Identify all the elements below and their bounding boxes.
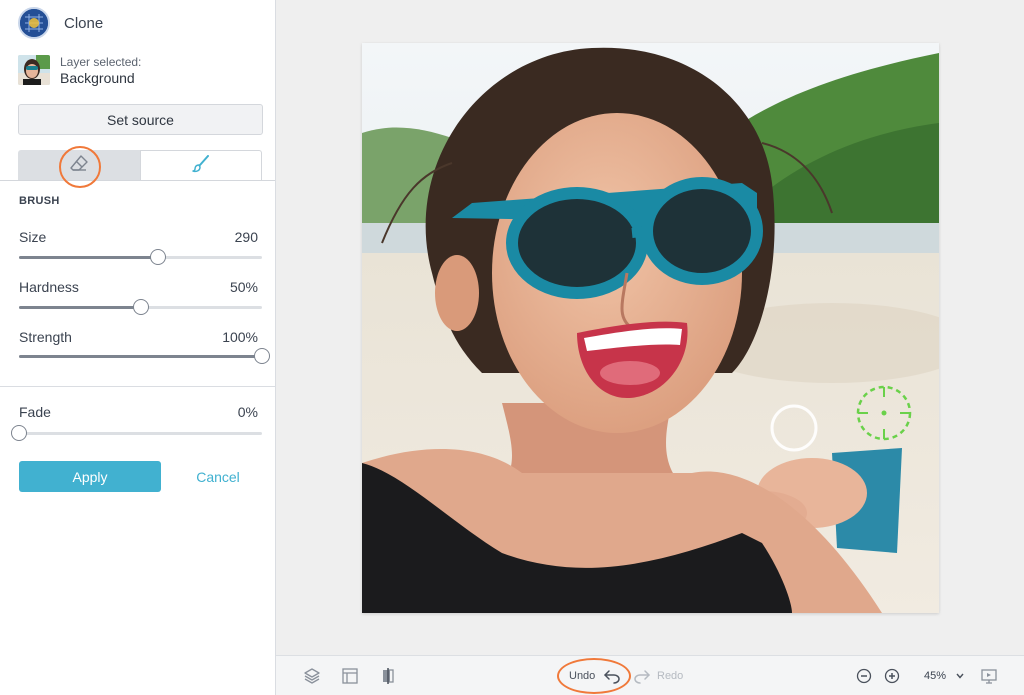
hardness-slider-handle[interactable] [132, 299, 149, 315]
cancel-button[interactable]: Cancel [178, 461, 258, 492]
tool-sidebar: Clone Layer selected: Background Set sou… [0, 0, 276, 695]
strength-slider[interactable] [19, 348, 270, 364]
size-slider-handle[interactable] [149, 249, 166, 265]
hardness-slider-fill [19, 306, 141, 309]
layer-info: Layer selected: Background [18, 54, 141, 86]
layers-icon[interactable] [302, 666, 322, 686]
redo-button[interactable]: Redo [657, 670, 683, 682]
strength-label: Strength [19, 329, 72, 345]
zoom-in-icon[interactable] [882, 666, 902, 686]
tab-divider [0, 180, 275, 181]
brush-section-title: BRUSH [19, 195, 60, 207]
hardness-label: Hardness [19, 279, 79, 295]
section-divider [0, 386, 275, 387]
selfie-photo [362, 43, 939, 613]
compare-icon[interactable] [378, 666, 398, 686]
chevron-down-icon[interactable] [950, 666, 970, 686]
size-label: Size [19, 229, 47, 245]
brush-icon [192, 154, 210, 178]
layer-name: Background [60, 70, 135, 86]
size-slider-fill [19, 256, 158, 259]
crop-icon[interactable] [340, 666, 360, 686]
photo-canvas[interactable] [362, 43, 939, 613]
redo-icon[interactable] [632, 666, 652, 686]
present-icon[interactable] [979, 666, 999, 686]
zoom-level[interactable]: 45% [924, 670, 946, 682]
strength-value: 100% [222, 329, 258, 345]
canvas-area[interactable] [276, 0, 1024, 655]
hardness-value: 50% [229, 279, 258, 295]
strength-slider-handle[interactable] [254, 348, 270, 364]
undo-highlight-ring [557, 658, 631, 694]
layer-thumbnail [18, 55, 50, 85]
fade-slider[interactable] [11, 425, 262, 441]
set-source-button[interactable]: Set source [18, 104, 263, 135]
size-slider[interactable] [19, 249, 262, 265]
hardness-slider[interactable] [19, 299, 262, 315]
clone-stamp-icon [18, 7, 50, 39]
fade-slider-handle[interactable] [11, 425, 27, 441]
tab-brush[interactable] [140, 150, 262, 181]
apply-button[interactable]: Apply [19, 461, 161, 492]
tab-highlight-ring [59, 146, 101, 188]
strength-slider-fill [19, 355, 262, 358]
tool-title: Clone [64, 14, 104, 32]
layer-label: Layer selected: [60, 55, 142, 69]
bottom-toolbar: Undo Redo 45% [276, 655, 1024, 695]
fade-value: 0% [237, 404, 258, 420]
fade-label: Fade [19, 404, 51, 420]
tool-header: Clone [18, 7, 103, 39]
zoom-out-icon[interactable] [854, 666, 874, 686]
size-value: 290 [234, 229, 258, 245]
